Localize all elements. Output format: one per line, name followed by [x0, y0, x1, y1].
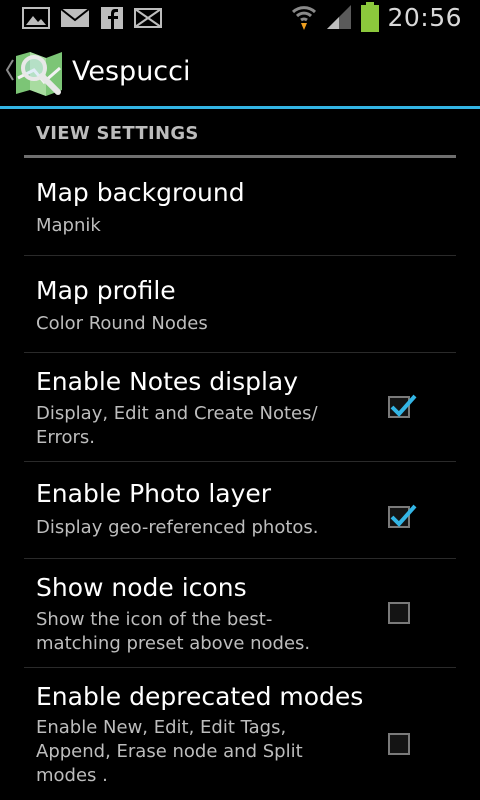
pref-summary: Show the icon of the best-matching prese… [36, 609, 311, 654]
deprecated-modes-checkbox[interactable] [388, 733, 410, 755]
facebook-icon [101, 7, 123, 29]
mail-icon [60, 8, 90, 27]
app-logo-icon[interactable] [14, 48, 64, 98]
pref-title: Map background [36, 178, 245, 207]
battery-icon [361, 2, 380, 32]
status-right: 20:56 [291, 2, 462, 32]
pref-enable-notes[interactable]: Enable Notes display Display, Edit and C… [24, 353, 456, 462]
clock: 20:56 [387, 2, 462, 32]
pref-title: Enable Photo layer [36, 479, 272, 508]
signal-icon [327, 5, 352, 29]
checkmark-icon [390, 394, 417, 417]
pref-enable-deprecated-modes[interactable]: Enable deprecated modes Enable New, Edit… [24, 668, 456, 800]
wifi-icon [292, 6, 317, 30]
action-bar[interactable]: Vespucci [0, 38, 480, 106]
notes-checkbox[interactable] [388, 394, 417, 418]
pref-summary: Display geo-referenced photos. [36, 517, 319, 538]
pref-summary: Display, Edit and Create Notes/ Errors. [36, 403, 318, 448]
pref-show-node-icons[interactable]: Show node icons Show the icon of the bes… [24, 559, 456, 668]
pref-title: Map profile [36, 276, 176, 305]
pref-map-profile[interactable]: Map profile Color Round Nodes [24, 256, 456, 353]
preferences-layout: Map background Mapnik Map profile Color … [24, 109, 456, 800]
pref-enable-photo-layer[interactable]: Enable Photo layer Display geo-reference… [24, 462, 456, 559]
status-bar: 20:56 [0, 0, 480, 38]
notification-icons [22, 6, 162, 30]
gallery-icon [22, 7, 50, 29]
pref-map-background[interactable]: Map background Mapnik [24, 158, 456, 256]
pref-title: Enable deprecated modes [36, 682, 364, 711]
checkmark-icon [390, 504, 417, 527]
app-title: Vespucci [72, 56, 191, 87]
node-icons-checkbox[interactable] [388, 602, 410, 624]
pref-title: Show node icons [36, 573, 247, 602]
pref-summary: Mapnik [36, 215, 101, 236]
pref-summary: Color Round Nodes [36, 313, 208, 334]
photo-layer-checkbox[interactable] [388, 504, 417, 528]
pref-summary: Enable New, Edit, Edit Tags, Append, Era… [36, 717, 303, 786]
pref-title: Enable Notes display [36, 367, 299, 396]
message-icon [134, 8, 162, 28]
